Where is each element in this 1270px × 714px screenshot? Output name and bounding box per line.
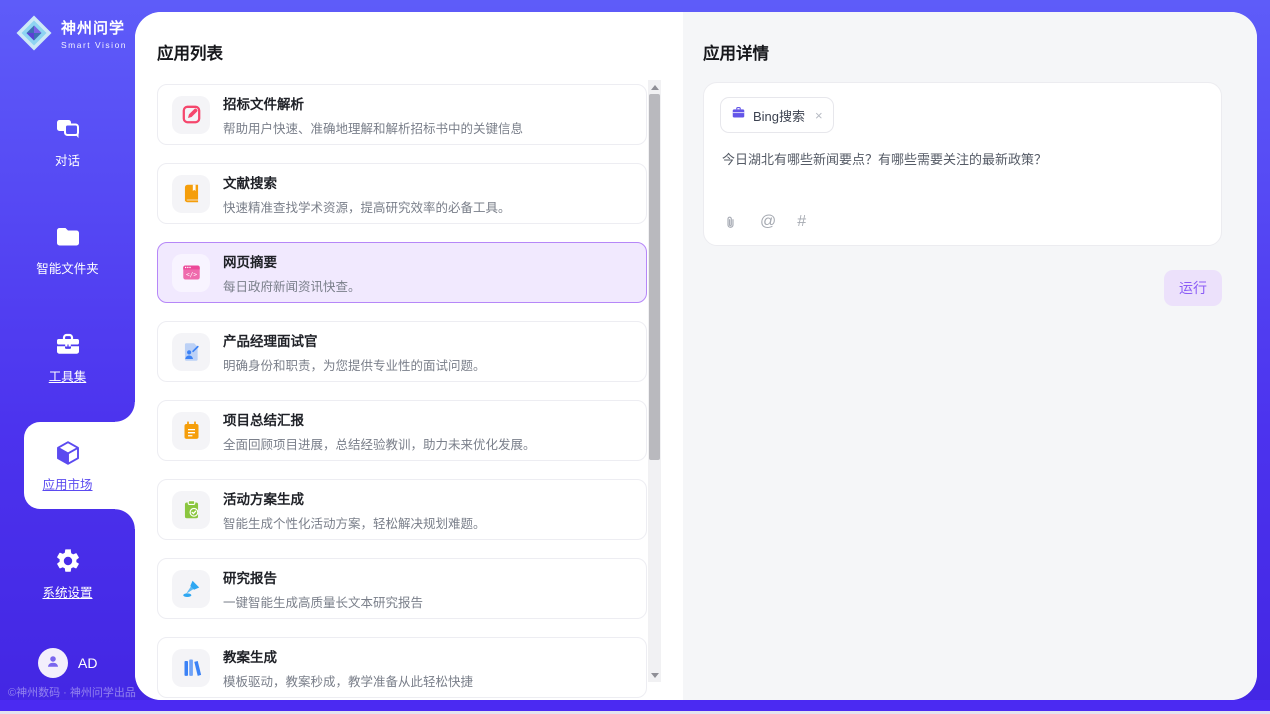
scroll-up-button[interactable] [648,80,661,94]
app-card-description: 模板驱动，教案秒成，教学准备从此轻松快捷 [223,671,473,690]
scroll-down-button[interactable] [648,668,661,682]
app-card-description: 一键智能生成高质量长文本研究报告 [223,592,423,611]
browser-code-icon: </> [172,254,210,292]
bottom-accent-bar [0,700,1270,711]
brand-logo: 神州问学 Smart Vision [14,13,127,53]
app-card-name: 文献搜索 [223,172,511,192]
app-card-text: 教案生成模板驱动，教案秒成，教学准备从此轻松快捷 [223,646,473,690]
app-card[interactable]: 活动方案生成智能生成个性化活动方案，轻松解决规划难题。 [157,479,647,540]
app-card[interactable]: 产品经理面试官明确身份和职责，为您提供专业性的面试问题。 [157,321,647,382]
sidebar-item-chat[interactable]: 对话 [0,104,135,180]
app-detail-title: 应用详情 [703,40,769,64]
tool-tag-bing-search[interactable]: Bing搜索 × [720,97,834,133]
close-icon[interactable]: × [815,109,823,122]
app-card-text: 产品经理面试官明确身份和职责，为您提供专业性的面试问题。 [223,330,486,374]
app-card[interactable]: 招标文件解析帮助用户快速、准确地理解和解析招标书中的关键信息 [157,84,647,145]
triangle-down-icon [651,673,659,678]
sidebar-item-label: 对话 [55,150,80,169]
app-detail-panel: 应用详情 Bing搜索 × 今日湖北有哪些新闻要点？有哪些需要关注的最新政策？ … [683,12,1257,700]
copyright-footer: ©神州数码 · 神州问学出品 [8,684,135,700]
app-card[interactable]: </> 网页摘要每日政府新闻资讯快查。 [157,242,647,303]
person-icon [44,652,62,675]
triangle-up-icon [651,85,659,90]
prompt-card: Bing搜索 × 今日湖北有哪些新闻要点？有哪些需要关注的最新政策？ @ # [703,82,1222,246]
edit-square-icon [172,96,210,134]
books-icon [172,649,210,687]
app-card-name: 招标文件解析 [223,93,523,113]
app-card-name: 产品经理面试官 [223,330,486,350]
prompt-input[interactable]: 今日湖北有哪些新闻要点？有哪些需要关注的最新政策？ [722,149,1203,168]
tool-tag-label: Bing搜索 [753,106,805,125]
app-card[interactable]: 教案生成模板驱动，教案秒成，教学准备从此轻松快捷 [157,637,647,698]
app-card-name: 研究报告 [223,567,423,587]
avatar [38,648,68,678]
sidebar-item-smart-folder[interactable]: 智能文件夹 [0,212,135,288]
brand-name: 神州问学 [61,17,127,38]
app-card-description: 快速精准查找学术资源，提高研究效率的必备工具。 [223,197,511,216]
app-list-title: 应用列表 [157,40,223,64]
app-card-name: 活动方案生成 [223,488,486,508]
app-card-description: 帮助用户快速、准确地理解和解析招标书中的关键信息 [223,118,523,137]
sidebar-item-toolset[interactable]: 工具集 [0,320,135,396]
hash-icon[interactable]: # [797,213,806,231]
app-card-text: 研究报告一键智能生成高质量长文本研究报告 [223,567,423,611]
sidebar-nav: 对话智能文件夹工具集应用市场系统设置 [0,104,135,612]
sidebar-item-settings[interactable]: 系统设置 [0,536,135,612]
main-content: 应用列表 招标文件解析帮助用户快速、准确地理解和解析招标书中的关键信息文献搜索快… [135,12,1257,700]
clipboard-check-icon [172,491,210,529]
chat-icon [54,115,82,143]
app-card-description: 每日政府新闻资讯快查。 [223,276,361,295]
brand-subtitle: Smart Vision [61,40,127,50]
app-card-text: 项目总结汇报全面回顾项目进展，总结经验教训，助力未来优化发展。 [223,409,536,453]
app-card-text: 招标文件解析帮助用户快速、准确地理解和解析招标书中的关键信息 [223,93,523,137]
book-icon [172,175,210,213]
app-card-text: 文献搜索快速精准查找学术资源，提高研究效率的必备工具。 [223,172,511,216]
diamond-logo-icon [14,13,54,53]
svg-text:</>: </> [185,272,196,279]
attachment-toolbar: @ # [722,213,806,231]
app-card[interactable]: 项目总结汇报全面回顾项目进展，总结经验教训，助力未来优化发展。 [157,400,647,461]
sidebar-item-label: 应用市场 [42,474,92,493]
scrollbar-thumb[interactable] [649,94,660,460]
app-card-list: 招标文件解析帮助用户快速、准确地理解和解析招标书中的关键信息文献搜索快速精准查找… [157,84,647,698]
run-button[interactable]: 运行 [1164,270,1222,306]
sidebar-item-app-market[interactable]: 应用市场 [0,428,135,504]
app-card[interactable]: 研究报告一键智能生成高质量长文本研究报告 [157,558,647,619]
folder-icon [54,223,82,251]
at-mention-icon[interactable]: @ [760,213,776,231]
app-card-description: 明确身份和职责，为您提供专业性的面试问题。 [223,355,486,374]
app-card-text: 活动方案生成智能生成个性化活动方案，轻松解决规划难题。 [223,488,486,532]
sidebar-item-label: 系统设置 [42,582,92,601]
app-card[interactable]: 文献搜索快速精准查找学术资源，提高研究效率的必备工具。 [157,163,647,224]
cube-icon [54,439,82,467]
app-card-name: 项目总结汇报 [223,409,536,429]
app-card-text: 网页摘要每日政府新闻资讯快查。 [223,251,361,295]
app-card-name: 网页摘要 [223,251,361,271]
user-account[interactable]: AD [38,648,97,678]
interview-icon [172,333,210,371]
app-list-panel: 应用列表 招标文件解析帮助用户快速、准确地理解和解析招标书中的关键信息文献搜索快… [135,12,683,700]
paperclip-icon[interactable] [722,214,739,231]
scrollbar[interactable] [648,80,661,682]
app-card-name: 教案生成 [223,646,473,666]
briefcase-icon [731,105,746,125]
toolbox-icon [54,331,82,359]
app-card-description: 智能生成个性化活动方案，轻松解决规划难题。 [223,513,486,532]
sidebar-item-label: 工具集 [49,366,87,385]
user-name: AD [78,655,97,671]
report-note-icon [172,412,210,450]
gear-icon [54,547,82,575]
app-card-description: 全面回顾项目进展，总结经验教训，助力未来优化发展。 [223,434,536,453]
sidebar-item-label: 智能文件夹 [36,258,99,277]
sidebar: 神州问学 Smart Vision 对话智能文件夹工具集应用市场系统设置 AD … [0,0,135,700]
ink-pen-icon [172,570,210,608]
